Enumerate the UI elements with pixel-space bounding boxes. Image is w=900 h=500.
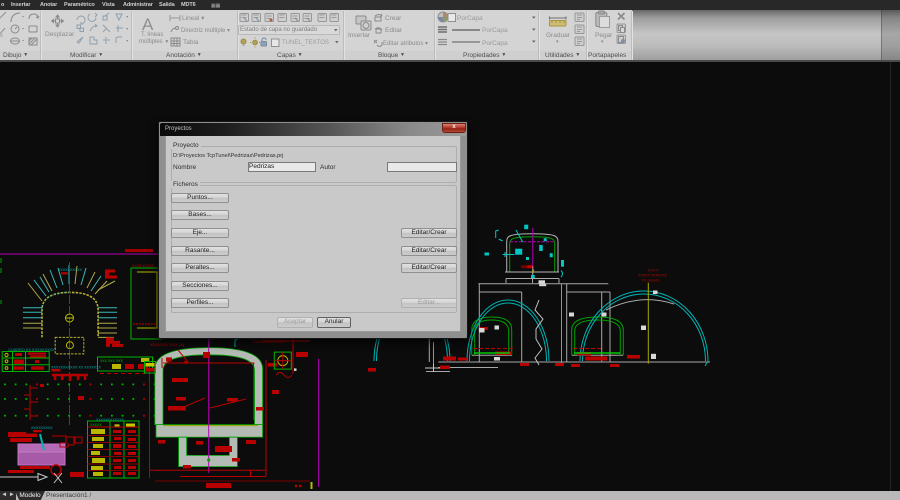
svg-text:a: a bbox=[0, 33, 3, 39]
svg-text:XXXXX: XXXXX bbox=[90, 423, 102, 427]
svg-text:XXXX XXXXX: XXXX XXXXX bbox=[132, 264, 155, 268]
svg-text:XXXXXXXXX: XXXXXXXXX bbox=[31, 426, 53, 430]
svg-text:XXXXX XXXXXXX: XXXXX XXXXXXX bbox=[638, 274, 668, 278]
svg-text:XX.(xxxxX): XX.(xxxxX) bbox=[642, 279, 659, 283]
svg-text:XXXXXXX XXX (X): XXXXXXX XXX (X) bbox=[150, 342, 185, 347]
svg-text:XXXXXXXXXX: XXXXXXXXXX bbox=[58, 268, 83, 272]
svg-text:XXX-X: XXX-X bbox=[648, 269, 659, 273]
svg-text:XXXXXXXXXXX XX XXXXXXX: XXXXXXXXXXX XX XXXXXXX bbox=[51, 366, 102, 370]
svg-text:XXX XXX XXX: XXX XXX XXX bbox=[100, 359, 124, 363]
